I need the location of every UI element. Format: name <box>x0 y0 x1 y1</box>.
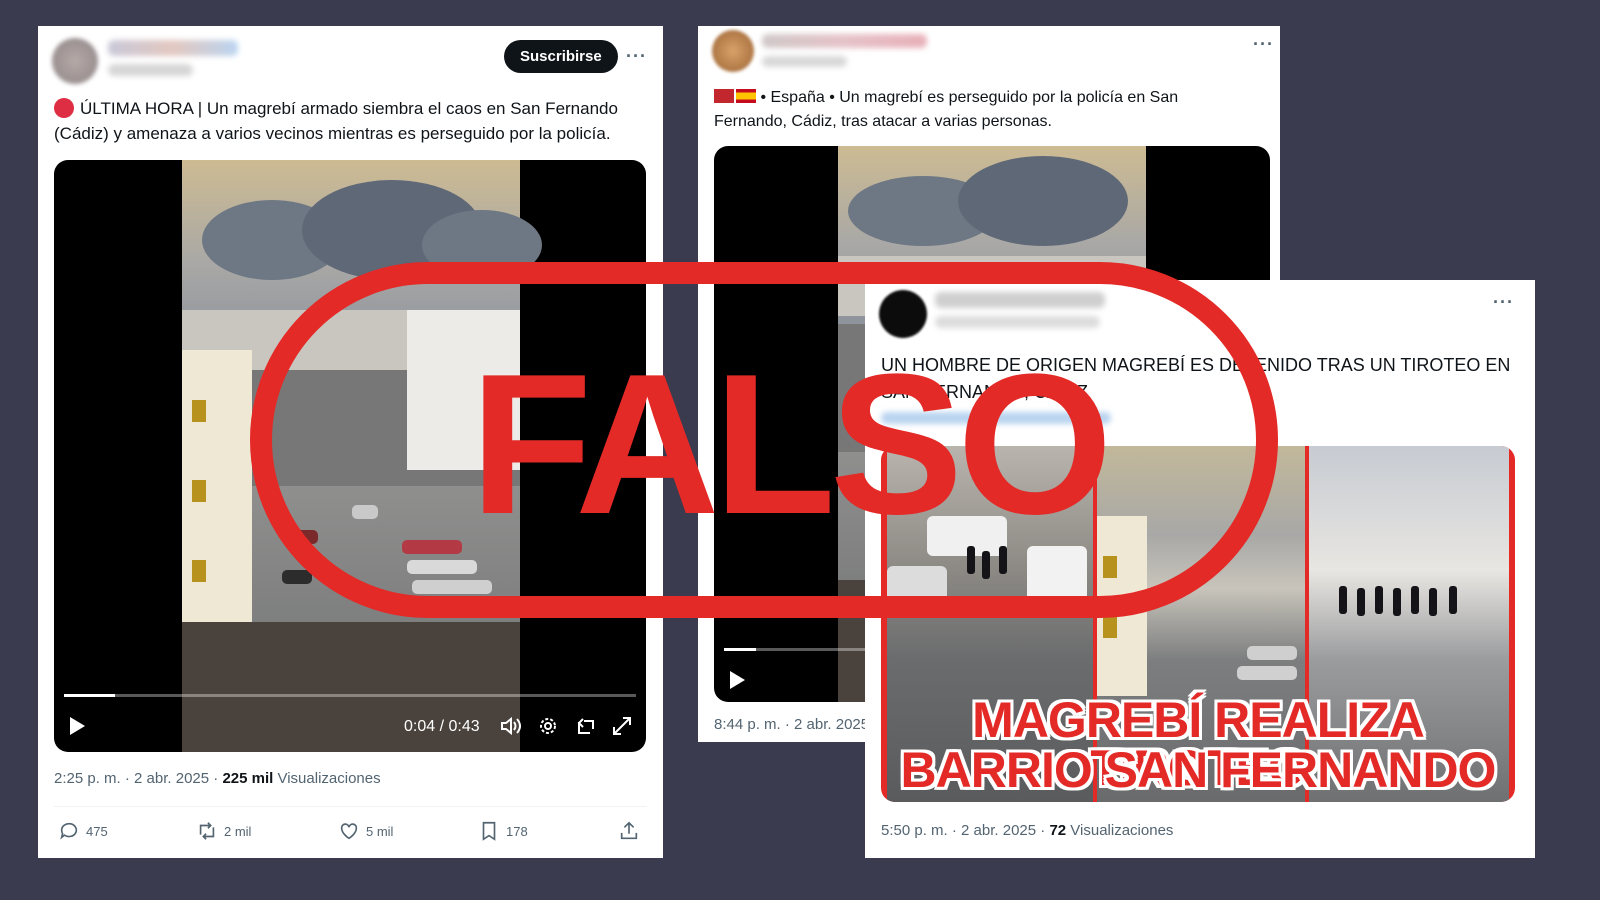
reply-button[interactable]: 475 <box>58 820 108 842</box>
share-icon <box>620 821 638 840</box>
share-button[interactable] <box>618 820 640 842</box>
reply-icon <box>60 822 78 840</box>
views-label: Visualizaciones <box>273 770 381 787</box>
video-time: 0:04 / 0:43 <box>404 718 480 735</box>
username-blurred[interactable] <box>108 40 238 56</box>
spain-flag-icon <box>736 89 756 103</box>
subscribe-button[interactable]: Suscribirse <box>504 40 618 73</box>
volume-icon[interactable] <box>500 716 522 741</box>
more-options-icon[interactable]: ··· <box>1253 34 1274 55</box>
video-progress-fill <box>724 648 757 651</box>
timestamp[interactable]: 8:44 p. m. · 2 abr. 2025 <box>714 716 869 733</box>
username-blurred[interactable] <box>762 34 927 48</box>
views-label: Visualizaciones <box>1066 822 1174 839</box>
views-count: 72 <box>1049 822 1067 839</box>
repost-icon <box>199 822 215 840</box>
video-progress-track[interactable] <box>64 694 636 697</box>
like-button[interactable]: 5 mil <box>338 820 393 842</box>
handle-blurred <box>762 56 847 67</box>
post-meta: 5:50 p. m. · 2 abr. 2025 · 72 Visualizac… <box>881 822 1173 839</box>
avatar[interactable] <box>52 38 98 84</box>
play-icon[interactable] <box>728 670 746 695</box>
divider <box>54 806 647 807</box>
avatar[interactable] <box>712 30 754 72</box>
bookmark-button[interactable]: 178 <box>478 820 528 842</box>
heart-icon <box>340 823 358 840</box>
handle-blurred <box>108 64 193 76</box>
red-circle-icon <box>54 98 74 118</box>
repost-button[interactable]: 2 mil <box>196 820 251 842</box>
timestamp[interactable]: 5:50 p. m. · 2 abr. 2025 · <box>881 822 1049 839</box>
settings-gear-icon[interactable] <box>538 716 558 741</box>
video-progress-fill <box>64 694 116 697</box>
views-count: 225 mil <box>222 770 274 787</box>
play-icon[interactable] <box>68 716 86 741</box>
timestamp[interactable]: 2:25 p. m. · 2 abr. 2025 · <box>54 770 222 787</box>
morocco-flag-icon <box>714 89 734 103</box>
banner-line-2: BARRIO SAN FERNANDO <box>900 742 1497 798</box>
pip-icon[interactable] <box>576 716 596 741</box>
falso-stamp-label: FALSO <box>470 333 1113 556</box>
bookmark-icon <box>482 821 496 841</box>
more-options-icon[interactable]: ··· <box>626 46 647 67</box>
post-text: • España • Un magrebí es perseguido por … <box>714 89 1179 130</box>
post-meta: 2:25 p. m. · 2 abr. 2025 · 225 mil Visua… <box>54 770 381 787</box>
post-text: ÚLTIMA HORA | Un magrebí armado siembra … <box>54 98 618 143</box>
fullscreen-icon[interactable] <box>612 716 632 741</box>
more-options-icon[interactable]: ··· <box>1493 292 1514 313</box>
